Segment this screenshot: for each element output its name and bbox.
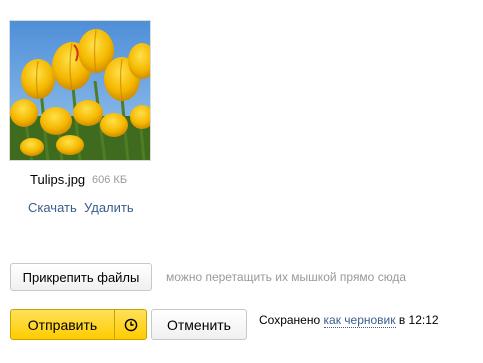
drag-drop-hint: можно перетащить их мышкой прямо сюда xyxy=(166,270,407,284)
clock-icon xyxy=(124,318,137,331)
attach-files-button[interactable]: Прикрепить файлы xyxy=(10,263,152,291)
download-link[interactable]: Скачать xyxy=(28,200,77,215)
send-button-group: Отправить xyxy=(10,309,147,340)
attachment-file-size: 606 КБ xyxy=(92,174,128,186)
attachment-thumbnail[interactable] xyxy=(9,20,151,161)
saved-label: Сохранено xyxy=(259,313,321,327)
delayed-send-button[interactable] xyxy=(115,310,146,339)
saved-time: в 12:12 xyxy=(398,313,439,327)
draft-link[interactable]: как черновик xyxy=(323,313,396,328)
draft-status: Сохранено как черновик в 12:12 xyxy=(259,313,439,328)
delete-link[interactable]: Удалить xyxy=(84,200,134,215)
tulips-image xyxy=(10,21,150,160)
attachment-file-name: Tulips.jpg xyxy=(30,172,86,187)
cancel-button[interactable]: Отменить xyxy=(151,309,247,340)
send-button[interactable]: Отправить xyxy=(11,310,115,339)
